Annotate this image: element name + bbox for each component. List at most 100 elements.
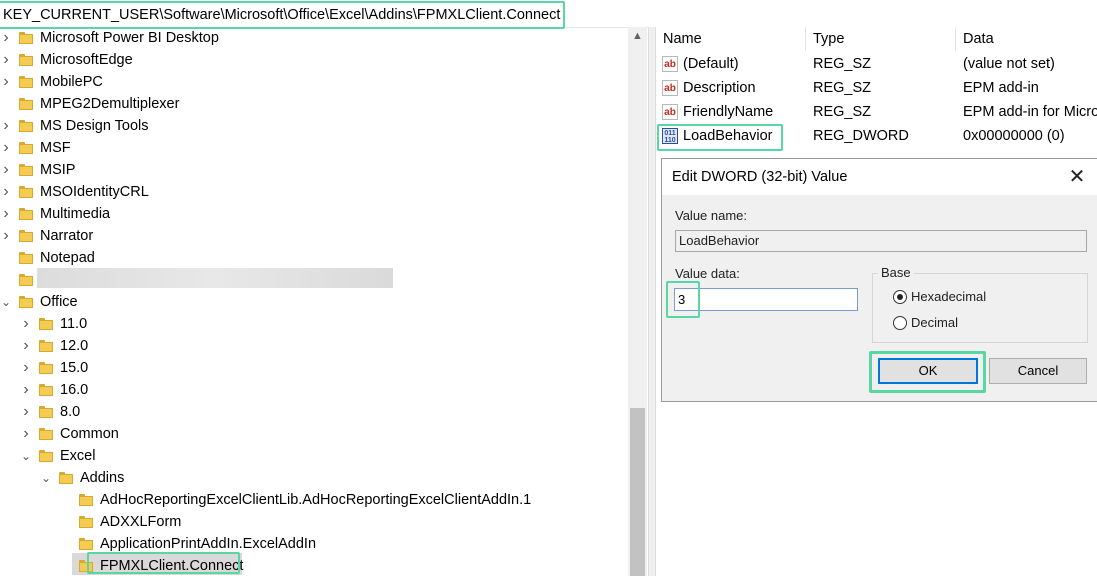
highlight-selected-key (87, 552, 240, 574)
value-data: 0x00000000 (0) (963, 128, 1065, 144)
chevron-right-icon[interactable]: › (0, 115, 12, 137)
value-row[interactable]: ab Description REG_SZ EPM add-in (656, 76, 1097, 100)
folder-icon (19, 186, 33, 198)
tree-item-label: ADXXLForm (100, 514, 182, 530)
folder-icon (59, 472, 73, 484)
chevron-right-icon[interactable]: › (0, 159, 12, 181)
tree-item[interactable]: › MS Design Tools (0, 115, 628, 137)
hexadecimal-label[interactable]: Hexadecimal (911, 289, 986, 304)
chevron-right-icon[interactable]: › (20, 335, 32, 357)
highlight-ok-button (869, 351, 986, 393)
registry-tree[interactable]: › Microsoft Power BI Desktop › MicrosoftEdg… (0, 27, 648, 576)
tree-item[interactable]: ⌄ Addins (0, 467, 628, 489)
chevron-down-icon[interactable]: ⌄ (20, 445, 32, 467)
tree-item-label: 16.0 (60, 382, 89, 398)
tree-item[interactable]: › MSOIdentityCRL (0, 181, 628, 203)
string-value-icon: ab (662, 104, 678, 120)
decimal-label[interactable]: Decimal (911, 315, 958, 330)
tree-item-label: Addins (80, 470, 125, 486)
tree-item[interactable]: ⌄ Excel (0, 445, 628, 467)
value-type: REG_DWORD (813, 128, 909, 144)
value-row[interactable]: ab FriendlyName REG_SZ EPM add-in for Micro (656, 100, 1097, 124)
chevron-right-icon[interactable]: › (20, 379, 32, 401)
value-data-label: Value data: (675, 266, 740, 281)
folder-icon (19, 164, 33, 176)
chevron-right-icon[interactable]: › (0, 49, 12, 71)
tree-item-label: Notepad (40, 250, 95, 266)
decimal-radio[interactable] (893, 316, 907, 330)
tree-item[interactable]: ⌄ Office (0, 291, 628, 313)
base-label: Base (878, 265, 914, 280)
tree-item[interactable]: › MobilePC (0, 71, 628, 93)
pane-splitter[interactable] (648, 27, 656, 576)
value-data: EPM add-in for Micro (963, 104, 1097, 120)
column-header-type[interactable]: Type (806, 27, 956, 51)
chevron-right-icon[interactable]: › (20, 313, 32, 335)
chevron-right-icon[interactable]: › (0, 71, 12, 93)
tree-scrollbar[interactable]: ▲ (628, 27, 647, 576)
tree-item[interactable]: › 15.0 (0, 357, 628, 379)
tree-item[interactable]: › MSIP (0, 159, 628, 181)
folder-icon (79, 494, 93, 506)
address-bar[interactable]: KEY_CURRENT_USER\Software\Microsoft\Offi… (0, 0, 1097, 29)
dialog-titlebar: Edit DWORD (32-bit) Value ✕ (662, 159, 1097, 195)
chevron-right-icon[interactable]: › (20, 357, 32, 379)
value-data: EPM add-in (963, 80, 1039, 96)
folder-icon (79, 538, 93, 550)
folder-icon (39, 450, 53, 462)
chevron-right-icon[interactable]: › (20, 423, 32, 445)
tree-item-label: 8.0 (60, 404, 81, 420)
value-data-input[interactable]: 3 (674, 288, 858, 311)
tree-item[interactable]: AdHocReportingExcelClientLib.AdHocReport… (0, 489, 628, 511)
chevron-right-icon[interactable]: › (0, 137, 12, 159)
column-header-data[interactable]: Data (956, 27, 1097, 51)
column-header-name[interactable]: Name (656, 27, 806, 51)
string-value-icon: ab (662, 80, 678, 96)
tree-item[interactable]: › Multimedia (0, 203, 628, 225)
tree-item[interactable]: Notepad (0, 247, 628, 269)
cancel-button[interactable]: Cancel (989, 358, 1087, 384)
tree-item-label: MSF (40, 140, 71, 156)
tree-item[interactable]: › Common (0, 423, 628, 445)
scroll-up-arrow-icon[interactable]: ▲ (628, 27, 647, 45)
edit-dword-dialog: Edit DWORD (32-bit) Value ✕ Value name: … (661, 158, 1097, 402)
folder-icon (39, 406, 53, 418)
tree-item[interactable]: › 12.0 (0, 335, 628, 357)
tree-item[interactable]: › MicrosoftEdge (0, 49, 628, 71)
value-name: (Default) (683, 56, 739, 72)
chevron-down-icon[interactable]: ⌄ (40, 467, 52, 489)
folder-icon (19, 98, 33, 110)
address-path[interactable]: KEY_CURRENT_USER\Software\Microsoft\Offi… (0, 1, 566, 29)
chevron-right-icon[interactable]: › (20, 401, 32, 423)
folder-icon (39, 384, 53, 396)
highlight-loadbehavior (657, 124, 783, 151)
tree-item[interactable]: ADXXLForm (0, 511, 628, 533)
tree-item[interactable]: MPEG2Demultiplexer (0, 93, 628, 115)
chevron-right-icon[interactable]: › (0, 203, 12, 225)
tree-item-label: MS Design Tools (40, 118, 149, 134)
tree-item-label: 15.0 (60, 360, 89, 376)
chevron-right-icon[interactable]: › (0, 27, 12, 49)
chevron-right-icon[interactable]: › (0, 181, 12, 203)
hexadecimal-radio[interactable] (893, 290, 907, 304)
scrollbar-thumb[interactable] (630, 408, 645, 576)
chevron-down-icon[interactable]: ⌄ (0, 291, 12, 313)
tree-item[interactable]: › MSF (0, 137, 628, 159)
tree-item-label: Microsoft Power BI Desktop (40, 30, 219, 46)
string-value-icon: ab (662, 56, 678, 72)
tree-item-label: MSIP (40, 162, 76, 178)
tree-item[interactable]: › Narrator (0, 225, 628, 247)
dialog-title: Edit DWORD (32-bit) Value (672, 169, 848, 185)
tree-item[interactable]: › 16.0 (0, 379, 628, 401)
folder-icon (19, 274, 33, 286)
tree-item[interactable]: › 8.0 (0, 401, 628, 423)
value-type: REG_SZ (813, 104, 872, 120)
value-name: FriendlyName (683, 104, 774, 120)
value-row[interactable]: ab (Default) REG_SZ (value not set) (656, 52, 1097, 76)
tree-item[interactable]: › Microsoft Power BI Desktop (0, 27, 628, 49)
folder-icon (19, 120, 33, 132)
tree-item-label: Multimedia (40, 206, 111, 222)
chevron-right-icon[interactable]: › (0, 225, 12, 247)
tree-item[interactable]: › 11.0 (0, 313, 628, 335)
close-icon[interactable]: ✕ (1064, 164, 1090, 190)
